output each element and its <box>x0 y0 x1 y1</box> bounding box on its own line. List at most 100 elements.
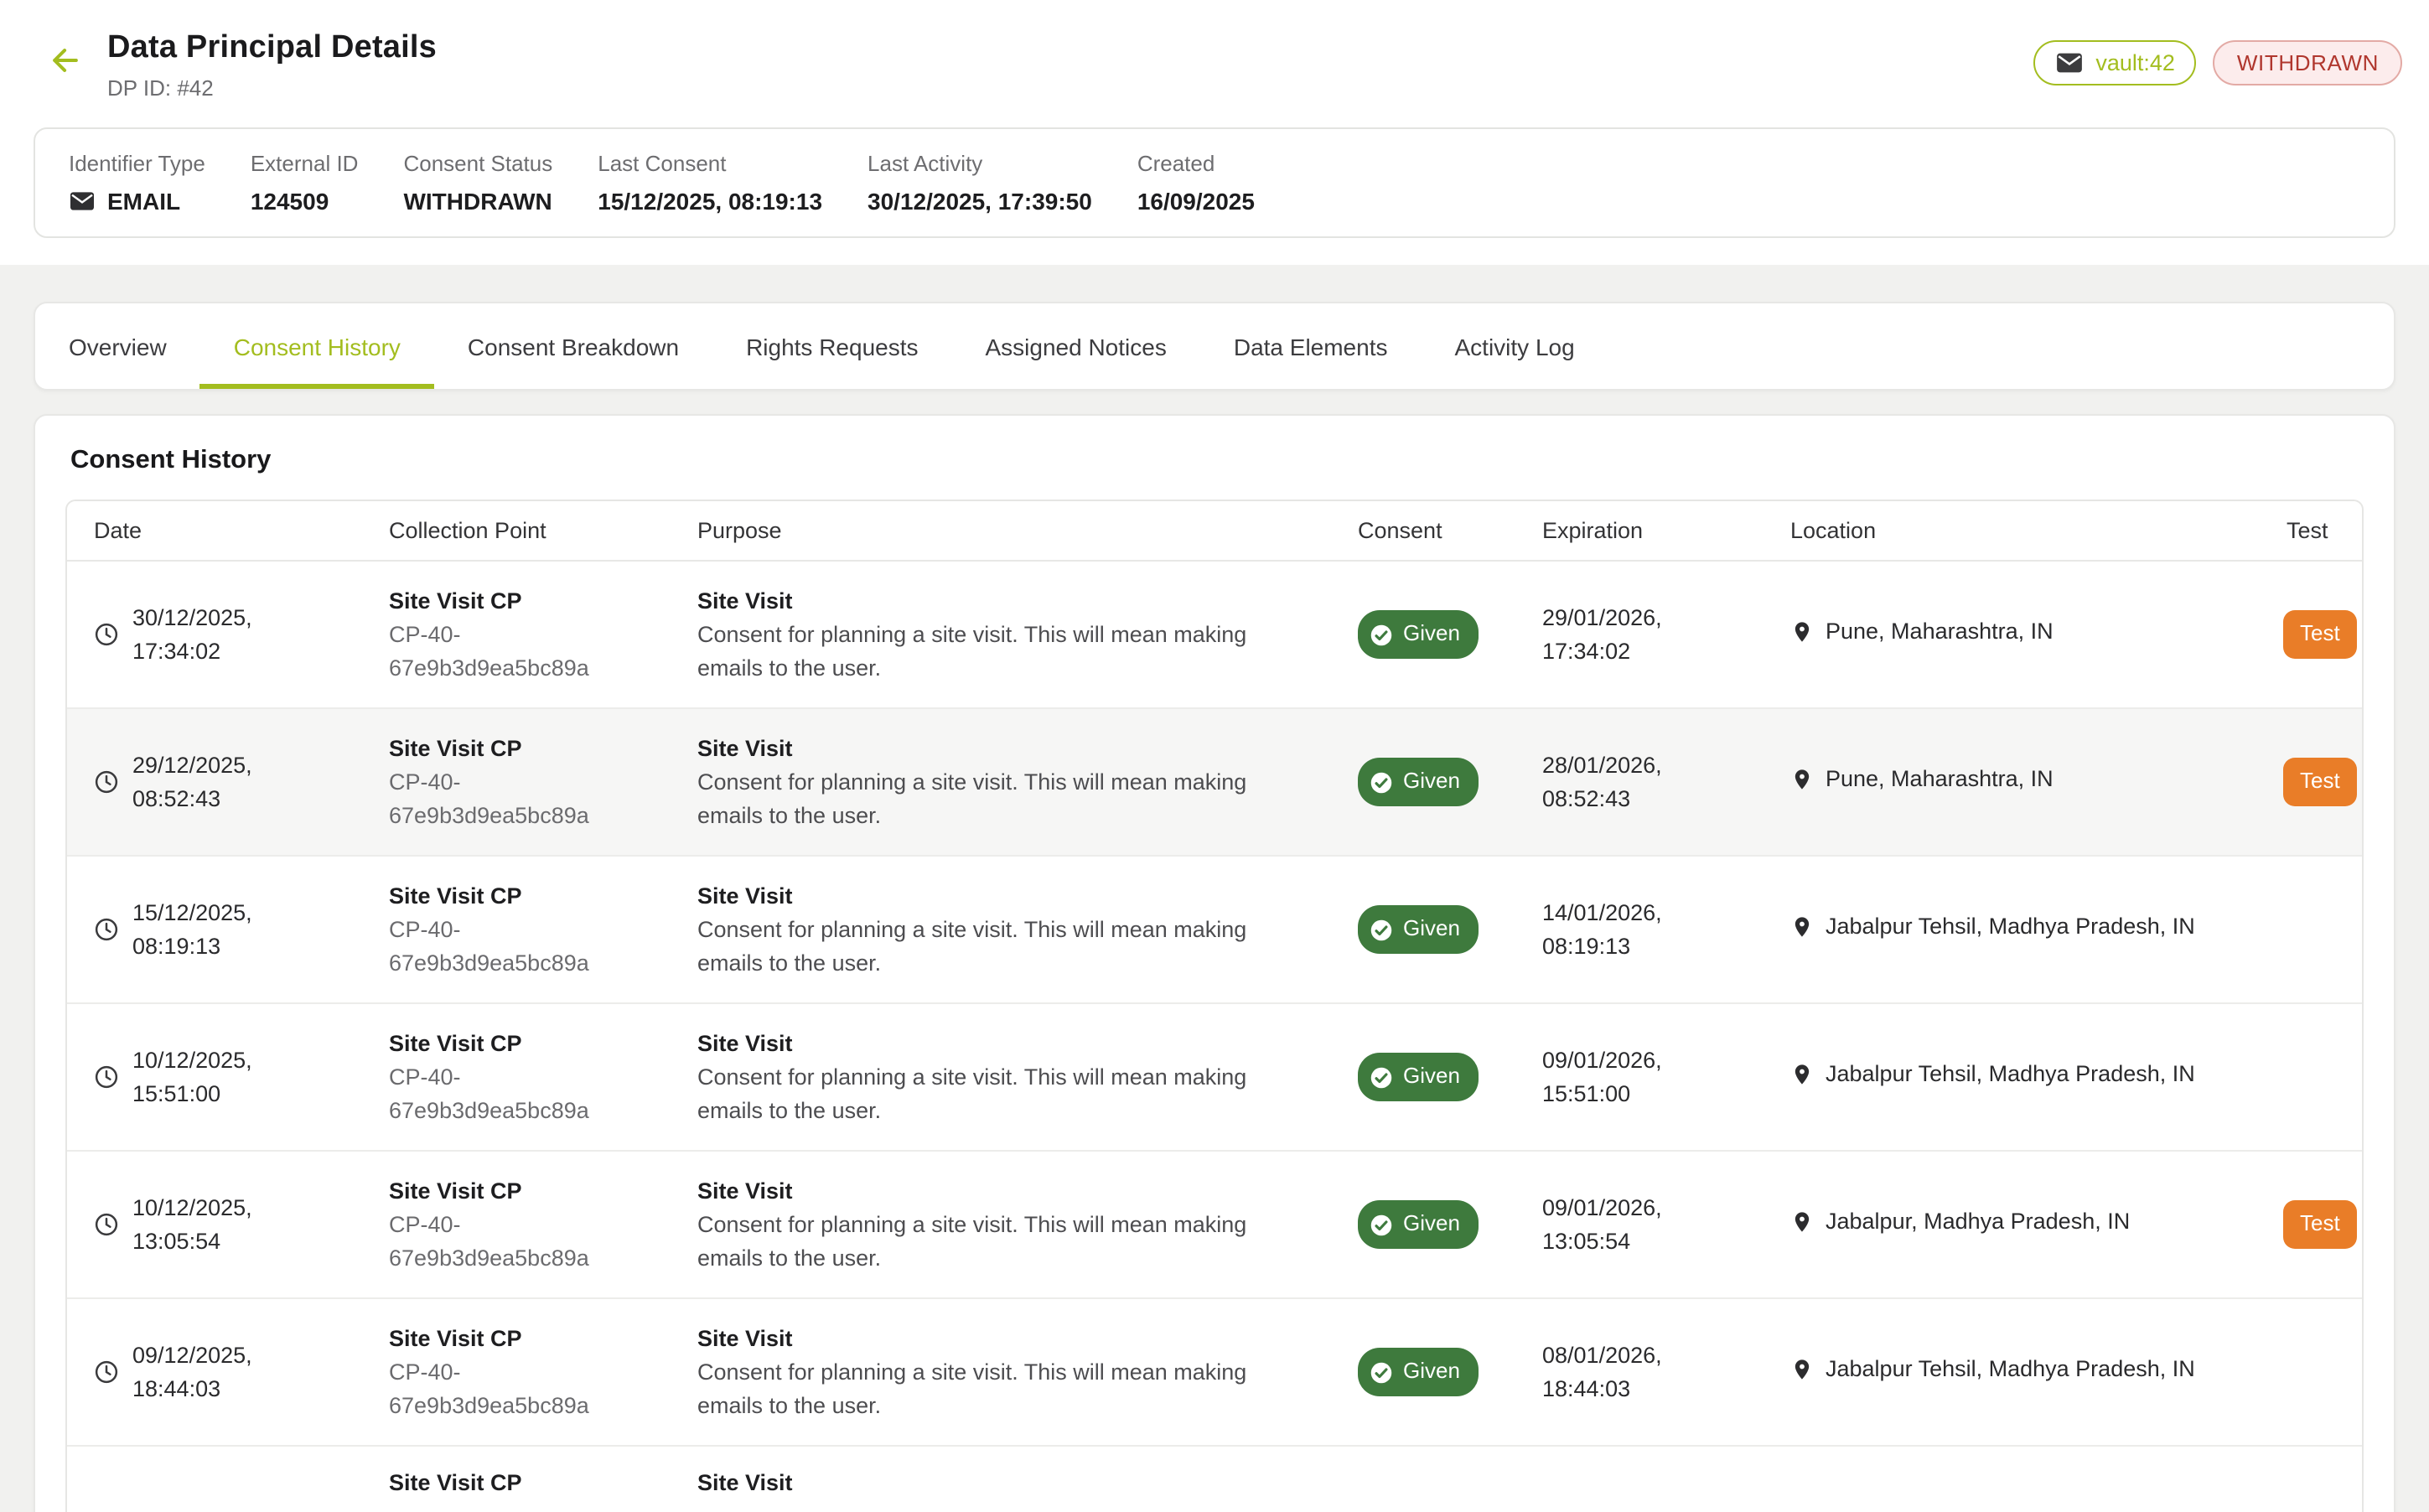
consent-history-table: DateCollection PointPurposeConsentExpira… <box>65 500 2364 1512</box>
test-badge: Test <box>2283 610 2357 659</box>
table-header-row: DateCollection PointPurposeConsentExpira… <box>67 501 2362 562</box>
email-icon <box>69 188 96 215</box>
collection-point-name: Site Visit CP <box>389 1027 657 1059</box>
collection-point-cell: Site Visit CP CP-40-67e9b3d9ea5bc89a <box>365 879 674 979</box>
consent-cell: Given <box>1334 1200 1519 1249</box>
summary-field-value-text: WITHDRAWN <box>403 188 552 215</box>
clock-icon <box>94 622 119 647</box>
back-button[interactable] <box>47 42 84 79</box>
summary-field-value-text: 30/12/2025, 17:39:50 <box>868 188 1092 215</box>
location: Jabalpur Tehsil, Madhya Pradesh, IN <box>1790 1354 2195 1386</box>
column-header-date: Date <box>67 501 365 560</box>
purpose-cell: Site Visit Consent for planning a site v… <box>674 1174 1334 1274</box>
location: Jabalpur Tehsil, Madhya Pradesh, IN <box>1790 1059 2195 1091</box>
summary-field-value-text: 124509 <box>251 188 329 215</box>
collection-point-id: CP-40-67e9b3d9ea5bc89a <box>389 1209 640 1274</box>
column-header-purpose: Purpose <box>674 501 1334 560</box>
summary-field-value-text: EMAIL <box>107 188 180 215</box>
location: Jabalpur Tehsil, Madhya Pradesh, IN <box>1790 911 2195 944</box>
purpose-description: Consent for planning a site visit. This … <box>697 619 1318 684</box>
purpose-title: Site Visit <box>697 584 1318 617</box>
expiration-cell: 09/01/2026, 15:51:00 <box>1519 1044 1767 1110</box>
collection-point-id: CP-40-67e9b3d9ea5bc89a <box>389 766 640 831</box>
expiration-date: 14/01/2026, 08:19:13 <box>1542 900 1662 958</box>
location-cell: Pune, Maharashtra, IN <box>1767 764 2263 801</box>
tab-consent-history[interactable]: Consent History <box>200 303 434 389</box>
column-header-location: Location <box>1767 501 2263 560</box>
consent-badge: Given <box>1358 1053 1479 1101</box>
location-pin-icon <box>1790 1210 1814 1234</box>
location: Pune, Maharashtra, IN <box>1790 764 2054 796</box>
purpose-title: Site Visit <box>697 879 1318 912</box>
check-circle-icon <box>1370 1360 1393 1384</box>
location-pin-icon <box>1790 1358 1814 1381</box>
dp-id-subtitle: DP ID: #42 <box>107 75 437 101</box>
tab-overview[interactable]: Overview <box>35 303 200 389</box>
location-pin-icon <box>1790 915 1814 939</box>
table-row: 15/12/2025, 08:19:13 Site Visit CP CP-40… <box>67 857 2362 1004</box>
section-title: Consent History <box>70 446 2364 476</box>
summary-field-label: Last Consent <box>598 151 822 176</box>
consent-history-panel: Consent History DateCollection PointPurp… <box>34 414 2395 1512</box>
collection-point-id: CP-40-67e9b3d9ea5bc89a <box>389 914 640 979</box>
consent-cell: Given <box>1334 1348 1519 1396</box>
summary-field-value-text: 16/09/2025 <box>1137 188 1255 215</box>
purpose-title: Site Visit <box>697 1027 1318 1059</box>
date-cell: 10/12/2025, 13:05:54 <box>67 1192 365 1257</box>
location-text: Pune, Maharashtra, IN <box>1826 616 2054 649</box>
expiration-date: 09/01/2026, 13:05:54 <box>1542 1195 1662 1253</box>
consent-cell: Given <box>1334 758 1519 806</box>
consent-cell: Given <box>1334 610 1519 659</box>
purpose-description: Consent for planning a site visit. This … <box>697 766 1318 831</box>
collection-point-cell: Site Visit CP CP-40-67e9b3d9ea5bc89a <box>365 1322 674 1421</box>
clock-icon <box>94 917 119 942</box>
tab-activity-log[interactable]: Activity Log <box>1422 303 1608 389</box>
collection-point-cell: Site Visit CP CP-40-67e9b3d9ea5bc89a <box>365 584 674 684</box>
purpose-description: Consent for planning a site visit. This … <box>697 1209 1318 1274</box>
summary-field-value: 30/12/2025, 17:39:50 <box>868 188 1092 215</box>
check-circle-icon <box>1370 770 1393 794</box>
vault-badge-label: vault:42 <box>2095 50 2175 75</box>
location-cell: Jabalpur Tehsil, Madhya Pradesh, IN <box>1767 1059 2263 1096</box>
location: Pune, Maharashtra, IN <box>1790 616 2054 649</box>
location-text: Jabalpur Tehsil, Madhya Pradesh, IN <box>1826 1059 2195 1091</box>
consent-badge: Given <box>1358 1348 1479 1396</box>
tab-data-elements[interactable]: Data Elements <box>1200 303 1422 389</box>
page-title: Data Principal Details <box>107 30 437 67</box>
summary-field: Created 16/09/2025 <box>1137 151 1255 215</box>
clock-icon <box>94 769 119 795</box>
expiration-date: 08/01/2026, 18:44:03 <box>1542 1343 1662 1401</box>
consent-cell: Given <box>1334 1053 1519 1101</box>
tab-assigned-notices[interactable]: Assigned Notices <box>952 303 1200 389</box>
location-pin-icon <box>1790 1063 1814 1086</box>
location-pin-icon <box>1790 768 1814 791</box>
summary-field: Last Activity 30/12/2025, 17:39:50 <box>868 151 1092 215</box>
consent-badge: Given <box>1358 610 1479 659</box>
collection-point-id: CP-40-67e9b3d9ea5bc89a <box>389 619 640 684</box>
purpose-description: Consent for planning a site visit. This … <box>697 1356 1318 1421</box>
purpose-description: Consent for planning a site visit. This … <box>697 1061 1318 1126</box>
collection-point-name: Site Visit CP <box>389 1467 657 1499</box>
purpose-cell: Site Visit <box>674 1467 1334 1501</box>
table-row: 29/12/2025, 08:52:43 Site Visit CP CP-40… <box>67 709 2362 857</box>
tab-label: Consent Breakdown <box>468 333 679 360</box>
expiration-cell: 28/01/2026, 08:52:43 <box>1519 749 1767 815</box>
summary-field-value: 124509 <box>251 188 359 215</box>
tab-rights-requests[interactable]: Rights Requests <box>712 303 951 389</box>
purpose-title: Site Visit <box>697 1467 1318 1499</box>
summary-field: Identifier Type EMAIL <box>69 151 205 215</box>
consent-date: 10/12/2025, 13:05:54 <box>132 1192 307 1257</box>
purpose-description: Consent for planning a site visit. This … <box>697 914 1318 979</box>
consent-date: 29/12/2025, 08:52:43 <box>132 749 307 815</box>
location-cell: Pune, Maharashtra, IN <box>1767 616 2263 654</box>
consent-date: 15/12/2025, 08:19:13 <box>132 897 307 962</box>
collection-point-name: Site Visit CP <box>389 879 657 912</box>
purpose-title: Site Visit <box>697 1174 1318 1207</box>
purpose-cell: Site Visit Consent for planning a site v… <box>674 732 1334 831</box>
expiration-date: 29/01/2026, 17:34:02 <box>1542 605 1662 663</box>
purpose-cell: Site Visit Consent for planning a site v… <box>674 1027 1334 1126</box>
collection-point-name: Site Visit CP <box>389 732 657 764</box>
summary-field-value-text: 15/12/2025, 08:19:13 <box>598 188 822 215</box>
tab-consent-breakdown[interactable]: Consent Breakdown <box>434 303 712 389</box>
check-circle-icon <box>1370 623 1393 646</box>
